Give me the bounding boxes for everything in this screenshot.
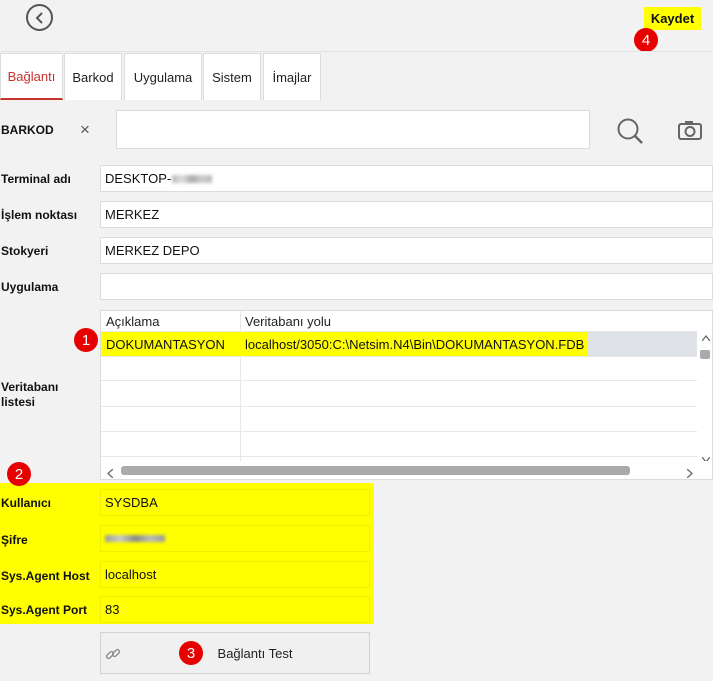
grid-row-divider	[101, 431, 697, 432]
scroll-up-icon[interactable]	[701, 333, 711, 344]
save-button[interactable]: Kaydet	[644, 7, 701, 30]
table-cell-description: DOKUMANTASYON	[101, 332, 240, 356]
grid-row-divider	[101, 456, 697, 457]
grid-row-divider	[101, 406, 697, 407]
user-field[interactable]: SYSDBA	[100, 489, 370, 516]
user-label: Kullanıcı	[1, 496, 52, 510]
back-button[interactable]	[26, 4, 53, 31]
terminal-label: Terminal adı	[1, 172, 71, 186]
tab-barcode[interactable]: Barkod	[64, 53, 122, 100]
barcode-label: BARKOD	[1, 123, 54, 137]
vertical-scroll-thumb[interactable]	[700, 350, 710, 359]
search-button[interactable]	[615, 116, 645, 149]
horizontal-scrollbar[interactable]	[101, 461, 712, 479]
terminal-field[interactable]: DESKTOP-	[100, 165, 713, 192]
camera-icon	[678, 121, 702, 140]
database-grid: Açıklama Veritabanı yolu DOKUMANTASYON l…	[100, 310, 713, 480]
link-icon	[105, 646, 121, 665]
annotation-badge-4: 4	[634, 28, 658, 52]
tab-application[interactable]: Uygulama	[124, 53, 202, 100]
tab-system[interactable]: Sistem	[203, 53, 261, 100]
horizontal-scroll-thumb[interactable]	[121, 466, 630, 475]
camera-button[interactable]	[677, 118, 703, 145]
grid-row-divider	[101, 356, 697, 357]
tab-connection[interactable]: Bağlantı	[0, 53, 63, 100]
table-row[interactable]: DOKUMANTASYON localhost/3050:C:\Netsim.N…	[101, 332, 697, 356]
tab-bar: Bağlantı Barkod Uygulama Sistem İmajlar	[0, 51, 713, 101]
annotation-badge-2: 2	[7, 462, 31, 486]
grid-row-divider	[101, 380, 697, 381]
clear-barcode-button[interactable]: ×	[80, 120, 90, 140]
host-label: Sys.Agent Host	[1, 569, 90, 583]
scroll-left-icon[interactable]	[107, 466, 114, 479]
column-header-db-path[interactable]: Veritabanı yolu	[240, 311, 640, 331]
annotation-badge-3: 3	[179, 641, 203, 665]
application-field[interactable]	[100, 273, 713, 300]
vertical-scrollbar[interactable]	[697, 331, 712, 464]
redacted-blur	[172, 174, 213, 183]
table-cell-db-path: localhost/3050:C:\Netsim.N4\Bin\DOKUMANT…	[240, 332, 587, 356]
port-label: Sys.Agent Port	[1, 603, 88, 617]
db-list-label: Veritabanı listesi	[1, 380, 59, 409]
stock-field[interactable]: MERKEZ DEPO	[100, 237, 713, 264]
password-blurred-value	[105, 535, 165, 542]
password-label: Şifre	[1, 533, 28, 547]
point-field[interactable]: MERKEZ	[100, 201, 713, 228]
port-field[interactable]: 83	[100, 596, 370, 623]
terminal-value: DESKTOP-	[105, 171, 172, 186]
application-label: Uygulama	[1, 280, 59, 294]
connection-test-button[interactable]: Bağlantı Test	[100, 632, 370, 674]
connection-test-label: Bağlantı Test	[217, 645, 293, 661]
back-arrow-icon	[35, 11, 43, 24]
tab-images[interactable]: İmajlar	[263, 53, 321, 100]
scroll-right-icon[interactable]	[686, 466, 693, 479]
search-icon	[617, 118, 643, 144]
point-label: İşlem noktası	[1, 208, 78, 222]
barcode-input[interactable]	[116, 110, 590, 149]
host-field[interactable]: localhost	[100, 561, 370, 588]
column-header-description[interactable]: Açıklama	[101, 311, 240, 331]
annotation-badge-1: 1	[74, 328, 98, 352]
password-field[interactable]	[100, 525, 370, 552]
stock-label: Stokyeri	[1, 244, 49, 258]
